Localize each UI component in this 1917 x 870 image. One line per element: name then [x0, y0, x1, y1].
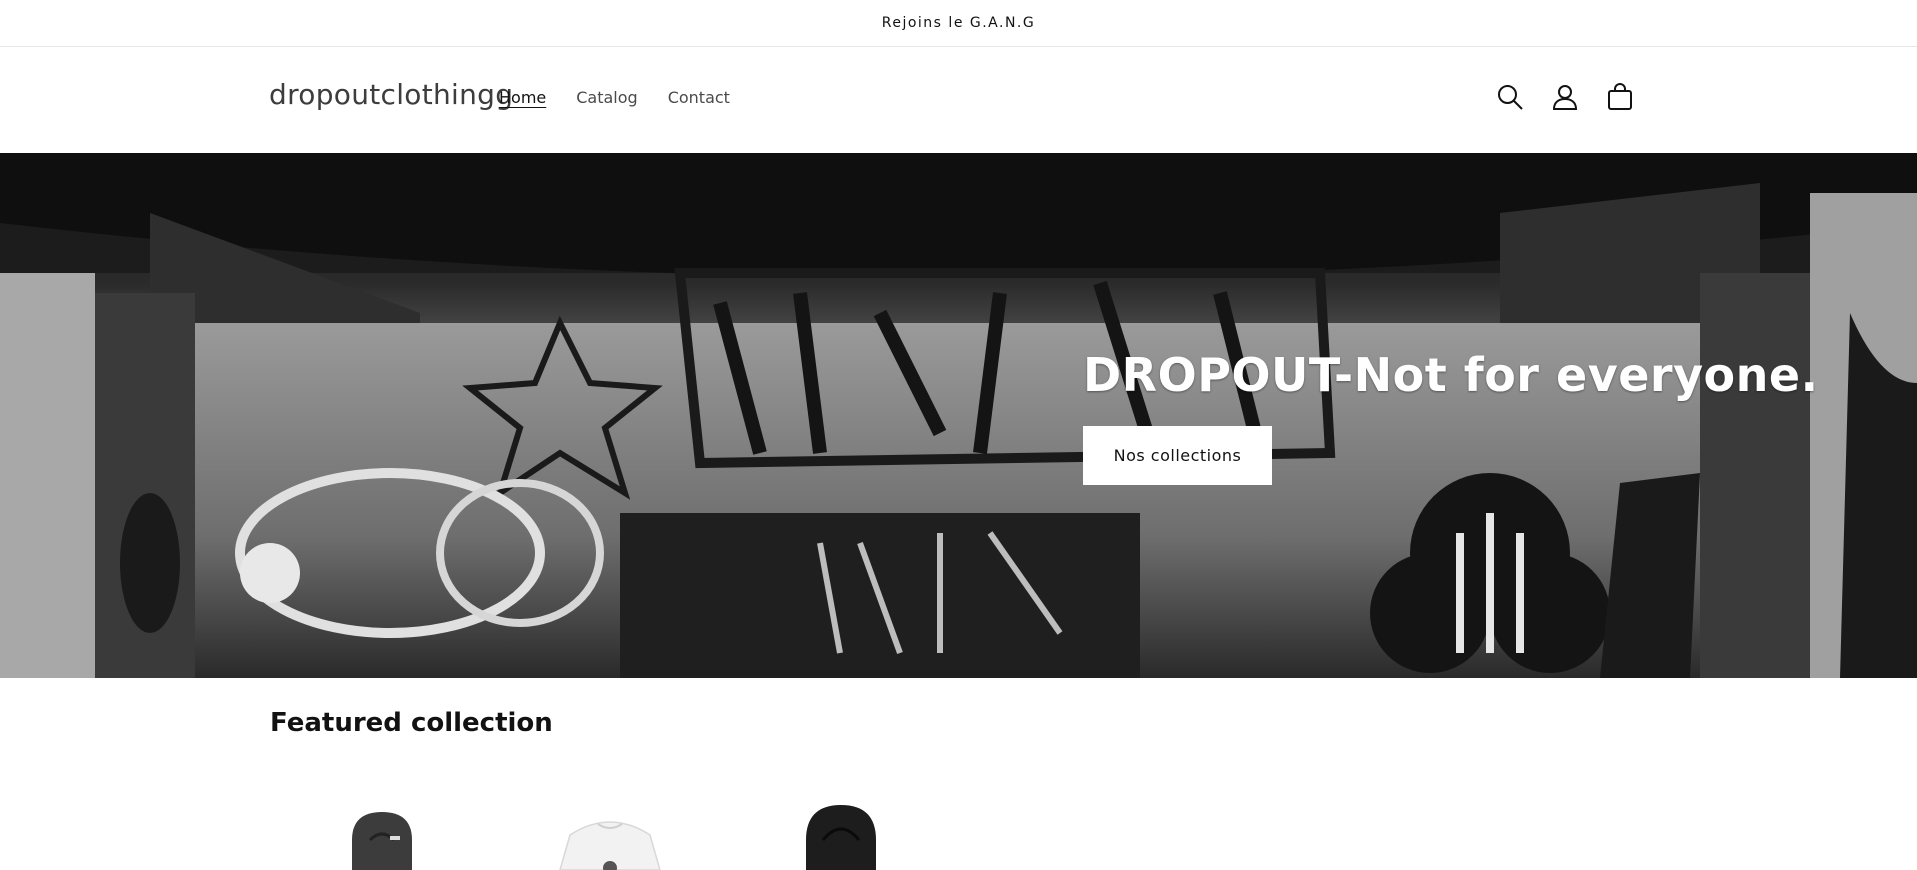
product-image: [806, 805, 876, 870]
search-icon[interactable]: [1494, 81, 1526, 113]
announcement-bar: Rejoins le G.A.N.G: [0, 0, 1917, 47]
nav-item-home[interactable]: Home: [499, 88, 546, 107]
cart-icon[interactable]: [1604, 81, 1636, 113]
collections-button[interactable]: Nos collections: [1083, 426, 1272, 485]
nav-item-contact[interactable]: Contact: [668, 88, 730, 107]
hero-content: DROPOUT-Not for everyone. Nos collection…: [1083, 348, 1819, 485]
account-icon[interactable]: [1549, 81, 1581, 113]
site-header: dropoutclothingg Home Catalog Contact: [0, 48, 1917, 153]
product-card-black-hoodie[interactable]: [781, 800, 901, 870]
product-card-dark-grey-hoodie[interactable]: [322, 800, 442, 870]
hero-title: DROPOUT-Not for everyone.: [1083, 348, 1819, 402]
product-image: [352, 812, 412, 870]
header-icons: [1494, 81, 1636, 113]
announcement-text: Rejoins le G.A.N.G: [881, 15, 1036, 31]
main-nav: Home Catalog Contact: [499, 88, 760, 107]
store-logo[interactable]: dropoutclothingg: [269, 78, 513, 111]
nav-item-catalog[interactable]: Catalog: [576, 88, 637, 107]
featured-collection-title: Featured collection: [270, 708, 553, 738]
hero-banner: DROPOUT-Not for everyone. Nos collection…: [0, 153, 1917, 678]
product-image: [559, 821, 661, 870]
product-card-white-sweatshirt[interactable]: [550, 800, 670, 870]
